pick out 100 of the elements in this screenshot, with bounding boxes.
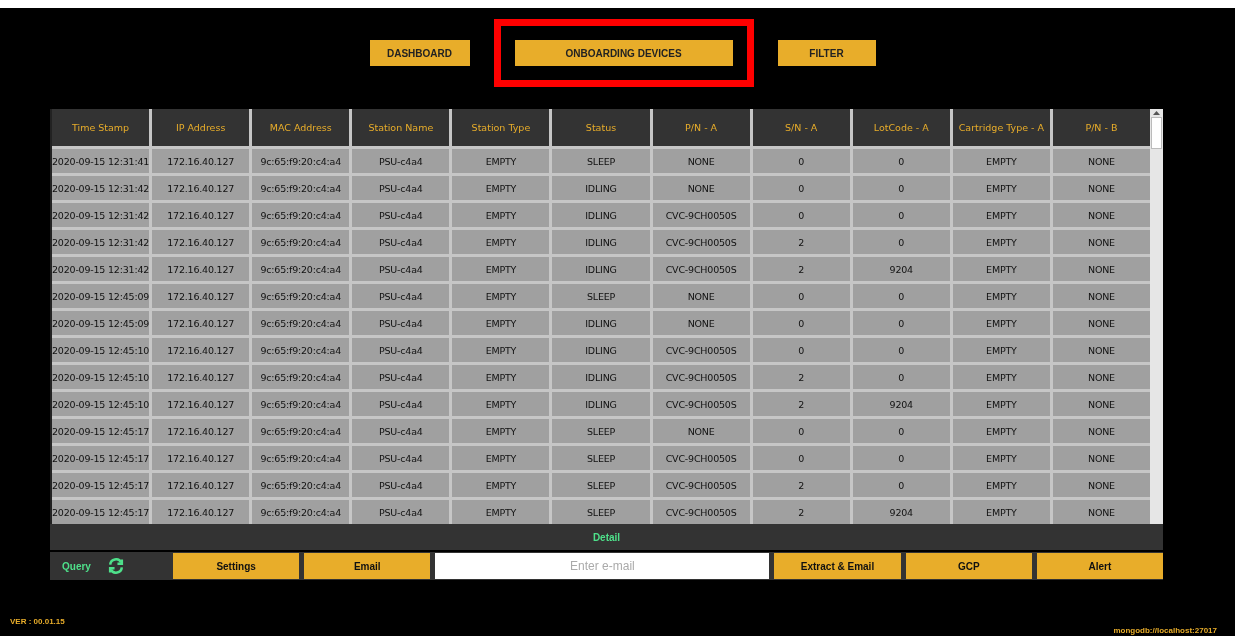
table-cell: NONE (1052, 284, 1150, 308)
table-cell: NONE (1052, 230, 1150, 254)
toolbar-button[interactable]: Email (304, 553, 431, 579)
nav-tab[interactable]: DASHBOARD (369, 40, 470, 66)
table-cell: 0 (752, 149, 850, 173)
table-cell: EMPTY (452, 473, 550, 497)
table-cell: EMPTY (952, 230, 1050, 254)
table-cell: 0 (752, 338, 850, 362)
table-cell: 2 (752, 365, 850, 389)
table-cell: NONE (1052, 203, 1150, 227)
table-cell: SLEEP (552, 446, 650, 470)
table-cell: NONE (1052, 311, 1150, 335)
table-cell: EMPTY (452, 257, 550, 281)
table-cell: NONE (1052, 257, 1150, 281)
scrollbar[interactable] (1150, 109, 1163, 524)
column-header: S/N - A (752, 109, 850, 146)
connection-label: mongodb://localhost:27017 (1113, 626, 1217, 635)
column-header: MAC Address (252, 109, 350, 146)
table-cell: 9c:65:f9:20:c4:a4 (252, 257, 350, 281)
table-cell: 9c:65:f9:20:c4:a4 (252, 446, 350, 470)
table-cell: 172.16.40.127 (152, 365, 250, 389)
column-header: Station Name (352, 109, 450, 146)
nav-tab[interactable]: ONBOARDING DEVICES (514, 40, 733, 66)
table-cell: 9c:65:f9:20:c4:a4 (252, 365, 350, 389)
table-cell: PSU-c4a4 (352, 284, 450, 308)
table-cell: PSU-c4a4 (352, 419, 450, 443)
table-cell: NONE (652, 419, 750, 443)
table-cell: EMPTY (952, 392, 1050, 416)
table-cell: EMPTY (452, 419, 550, 443)
table-cell: PSU-c4a4 (352, 149, 450, 173)
table-cell: 9c:65:f9:20:c4:a4 (252, 473, 350, 497)
table-cell: 2 (752, 473, 850, 497)
column-header: LotCode - A (852, 109, 950, 146)
table-cell: EMPTY (452, 176, 550, 200)
scroll-thumb[interactable] (1151, 117, 1162, 149)
query-label[interactable]: Query (62, 560, 91, 572)
table-cell: NONE (1052, 473, 1150, 497)
table-cell: 2 (752, 230, 850, 254)
table-cell: EMPTY (452, 338, 550, 362)
toolbar-button[interactable]: Alert (1036, 553, 1163, 579)
table-cell: SLEEP (552, 419, 650, 443)
table-cell: EMPTY (452, 311, 550, 335)
table-cell: 0 (852, 473, 950, 497)
table-cell: 9c:65:f9:20:c4:a4 (252, 419, 350, 443)
table-cell: PSU-c4a4 (352, 392, 450, 416)
detail-label[interactable]: Detail (592, 531, 621, 543)
table-cell: 9204 (852, 392, 950, 416)
table-cell: PSU-c4a4 (352, 311, 450, 335)
table-cell: PSU-c4a4 (352, 473, 450, 497)
table-cell: PSU-c4a4 (352, 257, 450, 281)
table-cell: 0 (852, 230, 950, 254)
table-cell: NONE (1052, 392, 1150, 416)
email-input[interactable]: Enter e-mail (435, 553, 770, 579)
table-cell: 0 (852, 149, 950, 173)
table-cell: 2020-09-15 12:45:10 (52, 365, 150, 389)
table-cell: PSU-c4a4 (352, 365, 450, 389)
table-cell: 172.16.40.127 (152, 419, 250, 443)
table-cell: EMPTY (952, 203, 1050, 227)
table-cell: SLEEP (552, 284, 650, 308)
table-cell: 2 (752, 392, 850, 416)
table-cell: CVC-9CH0050S (652, 500, 750, 524)
table-cell: EMPTY (452, 392, 550, 416)
table-cell: 172.16.40.127 (152, 500, 250, 524)
table-cell: 2020-09-15 12:31:42 (52, 230, 150, 254)
table-cell: 172.16.40.127 (152, 149, 250, 173)
scroll-up-arrow-icon[interactable] (1152, 109, 1161, 117)
table-cell: PSU-c4a4 (352, 446, 450, 470)
table-cell: CVC-9CH0050S (652, 365, 750, 389)
toolbar-button[interactable]: GCP (905, 553, 1032, 579)
table-cell: EMPTY (452, 149, 550, 173)
table-cell: EMPTY (452, 230, 550, 254)
table-cell: PSU-c4a4 (352, 230, 450, 254)
table-cell: 9c:65:f9:20:c4:a4 (252, 338, 350, 362)
column-header: Station Type (452, 109, 550, 146)
table-cell: 0 (852, 338, 950, 362)
toolbar-button[interactable]: Extract & Email (774, 553, 901, 579)
table-cell: SLEEP (552, 500, 650, 524)
table-cell: 172.16.40.127 (152, 473, 250, 497)
column-header: Time Stamp (52, 109, 150, 146)
table-cell: 0 (752, 311, 850, 335)
table-cell: 2020-09-15 12:31:42 (52, 203, 150, 227)
table-cell: 0 (752, 176, 850, 200)
table-cell: PSU-c4a4 (352, 176, 450, 200)
table-cell: CVC-9CH0050S (652, 257, 750, 281)
table-cell: EMPTY (952, 284, 1050, 308)
detail-bar[interactable]: Detail (50, 524, 1163, 550)
toolbar-button[interactable]: Settings (173, 553, 300, 579)
table-cell: 172.16.40.127 (152, 392, 250, 416)
table-cell: 2020-09-15 12:45:09 (52, 311, 150, 335)
table-cell: CVC-9CH0050S (652, 392, 750, 416)
table-cell: EMPTY (952, 149, 1050, 173)
table-cell: 172.16.40.127 (152, 257, 250, 281)
nav-tab[interactable]: FILTER (777, 40, 876, 66)
table-cell: SLEEP (552, 149, 650, 173)
table-cell: NONE (1052, 176, 1150, 200)
table-cell: CVC-9CH0050S (652, 473, 750, 497)
table-cell: EMPTY (452, 500, 550, 524)
refresh-icon[interactable] (106, 558, 125, 574)
table-cell: IDLING (552, 203, 650, 227)
table-cell: 2 (752, 500, 850, 524)
